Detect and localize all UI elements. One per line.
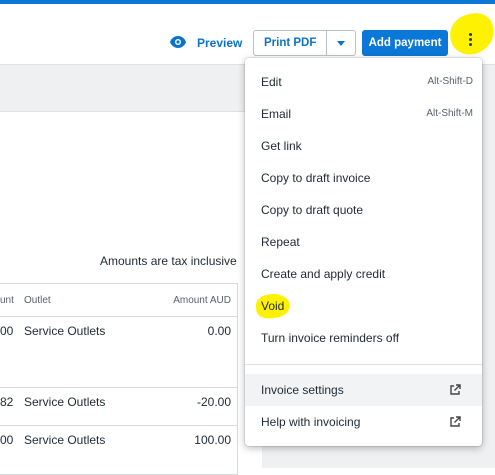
menu-item-email[interactable]: Email Alt-Shift-M [245, 98, 482, 130]
row-quantity-partial: 82 [0, 395, 14, 409]
print-pdf-split-button: Print PDF [253, 30, 357, 56]
print-options-dropdown[interactable] [326, 30, 357, 56]
more-options-button[interactable] [455, 24, 485, 54]
row-amount: 0.00 [207, 324, 231, 338]
menu-item-copy-to-draft-invoice[interactable]: Copy to draft invoice [245, 162, 482, 194]
menu-item-label: Void [261, 299, 285, 313]
external-link-icon [448, 383, 462, 397]
menu-item-help-with-invoicing[interactable]: Help with invoicing [245, 406, 482, 438]
menu-divider [245, 364, 482, 365]
invoice-toolbar: Preview Print PDF Add payment [0, 4, 495, 64]
menu-item-label: Turn invoice reminders off [261, 331, 400, 345]
menu-item-label: Help with invoicing [261, 415, 361, 429]
chevron-down-icon [337, 40, 346, 46]
menu-item-turn-invoice-reminders-off[interactable]: Turn invoice reminders off [245, 322, 482, 354]
menu-item-invoice-settings[interactable]: Invoice settings [245, 374, 482, 406]
row-outlet: Service Outlets [24, 395, 106, 409]
column-header-amount-partial: unt [0, 295, 14, 306]
menu-item-label: Email [261, 107, 292, 121]
row-amount: 100.00 [194, 433, 231, 447]
row-amount: -20.00 [196, 395, 231, 409]
menu-item-void[interactable]: Void [245, 290, 482, 322]
row-outlet: Service Outlets [24, 324, 106, 338]
preview-button[interactable]: Preview [169, 32, 242, 54]
column-header-amount-aud: Amount AUD [173, 295, 231, 306]
keyboard-shortcut: Alt-Shift-D [427, 76, 473, 87]
menu-item-repeat[interactable]: Repeat [245, 226, 482, 258]
row-divider [0, 425, 237, 426]
table-header: unt Outlet Amount AUD [0, 284, 237, 317]
tax-note: Amounts are tax inclusive [100, 254, 237, 268]
add-payment-button[interactable]: Add payment [362, 30, 448, 56]
menu-item-label: Get link [261, 139, 302, 153]
menu-item-label: Create and apply credit [261, 267, 386, 281]
menu-item-label: Invoice settings [261, 383, 344, 397]
invoice-options-menu: Edit Alt-Shift-D Email Alt-Shift-M Get l… [245, 58, 482, 446]
print-pdf-button[interactable]: Print PDF [253, 30, 327, 56]
menu-item-get-link[interactable]: Get link [245, 130, 482, 162]
row-quantity-partial: 00 [0, 324, 14, 338]
menu-item-edit[interactable]: Edit Alt-Shift-D [245, 66, 482, 98]
row-outlet: Service Outlets [24, 433, 106, 447]
menu-item-label: Repeat [261, 235, 300, 249]
line-items-table: unt Outlet Amount AUD 00 Service Outlets… [0, 283, 238, 475]
menu-item-label: Edit [261, 75, 282, 89]
menu-item-create-and-apply-credit[interactable]: Create and apply credit [245, 258, 482, 290]
more-vertical-icon [468, 32, 472, 46]
row-quantity-partial: 00 [0, 433, 14, 447]
row-divider [0, 387, 237, 388]
menu-item-label: Copy to draft quote [261, 203, 364, 217]
menu-item-label: Copy to draft invoice [261, 171, 371, 185]
column-header-outlet: Outlet [24, 295, 51, 306]
keyboard-shortcut: Alt-Shift-M [426, 108, 473, 119]
preview-label: Preview [197, 36, 243, 50]
eye-icon [169, 35, 187, 52]
external-link-icon [448, 415, 462, 429]
menu-item-copy-to-draft-quote[interactable]: Copy to draft quote [245, 194, 482, 226]
